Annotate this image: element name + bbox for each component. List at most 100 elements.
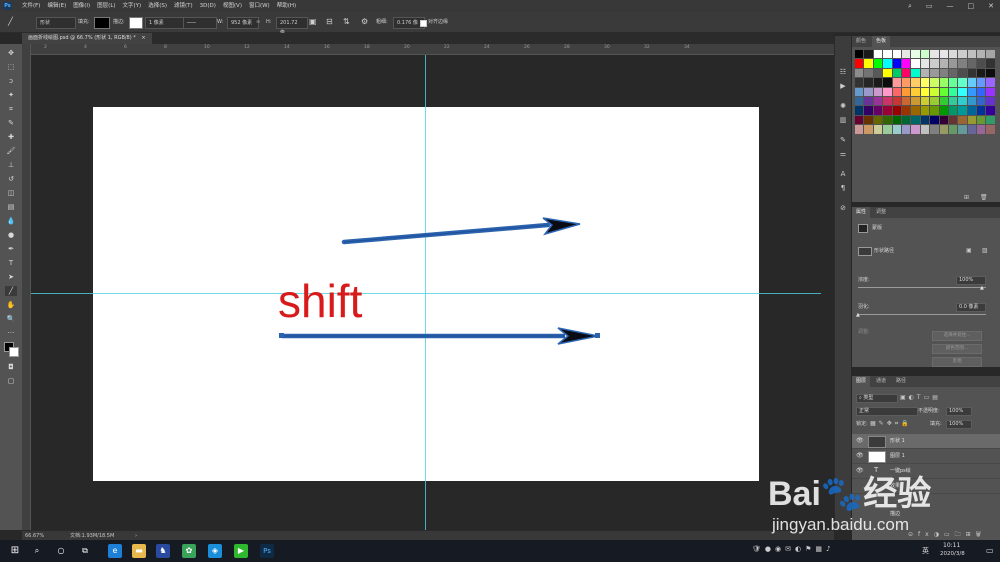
color-swatch[interactable] — [967, 115, 977, 125]
tab-layers[interactable]: 图层 — [852, 376, 871, 387]
properties-icon[interactable]: ⚌ — [838, 150, 848, 159]
color-swatch[interactable] — [977, 125, 986, 134]
file-explorer-icon[interactable]: ▬ — [132, 544, 146, 558]
color-swatch[interactable] — [901, 87, 911, 96]
mask-link-icon[interactable]: ▧ — [982, 247, 988, 254]
color-swatch[interactable] — [977, 50, 986, 59]
color-swatch[interactable] — [892, 50, 901, 59]
app-icon-1[interactable]: ♞ — [156, 544, 170, 558]
color-swatch[interactable] — [892, 59, 901, 68]
color-swatch[interactable] — [986, 106, 995, 115]
cortana-icon[interactable]: ○ — [54, 544, 68, 558]
trash-icon[interactable]: 🗑 — [980, 194, 988, 201]
color-swatch[interactable] — [930, 106, 939, 115]
tab-adjustments[interactable]: 调整 — [872, 207, 890, 218]
input-language[interactable]: 英 — [922, 546, 929, 556]
app-icon-2[interactable]: ✿ — [182, 544, 196, 558]
color-swatch[interactable] — [911, 96, 920, 106]
color-swatch[interactable] — [967, 96, 977, 106]
lock-icons[interactable]: ▦✎✥⌗🔒 — [870, 420, 912, 428]
color-swatch[interactable] — [883, 106, 892, 115]
color-swatch[interactable] — [986, 68, 995, 78]
color-swatch[interactable] — [864, 96, 873, 106]
color-swatch[interactable] — [920, 50, 930, 59]
color-swatch[interactable] — [958, 68, 967, 78]
color-swatch[interactable] — [986, 78, 995, 87]
clock-time[interactable]: 10:11 — [943, 542, 960, 549]
feather-field[interactable]: 0.0 像素 — [956, 303, 986, 312]
color-swatch[interactable] — [873, 106, 883, 115]
invert-button[interactable]: 反相 — [932, 357, 982, 367]
color-swatch[interactable] — [873, 78, 883, 87]
color-swatch[interactable] — [911, 78, 920, 87]
color-swatch[interactable] — [948, 68, 958, 78]
color-swatch[interactable] — [977, 68, 986, 78]
color-swatch[interactable] — [892, 96, 901, 106]
task-view-icon[interactable]: ⧉ — [78, 544, 92, 558]
color-swatch[interactable] — [883, 125, 892, 134]
color-swatch[interactable] — [958, 115, 967, 125]
color-swatch[interactable] — [948, 125, 958, 134]
color-swatch[interactable] — [939, 87, 948, 96]
actions-icon[interactable]: ▶ — [838, 82, 848, 91]
new-swatch-icon[interactable]: ⊞ — [964, 194, 969, 201]
color-swatch[interactable] — [883, 59, 892, 68]
color-swatch[interactable] — [986, 96, 995, 106]
density-slider[interactable] — [858, 287, 986, 288]
layer-filter-icons[interactable]: ▣◐T▭▤ — [900, 394, 941, 401]
color-swatch[interactable] — [911, 87, 920, 96]
color-swatch[interactable] — [855, 96, 864, 106]
color-swatch[interactable] — [977, 96, 986, 106]
color-swatch[interactable] — [883, 96, 892, 106]
color-swatch[interactable] — [864, 87, 873, 96]
color-swatch[interactable] — [883, 78, 892, 87]
adjustments-icon[interactable]: ✺ — [838, 102, 848, 111]
color-swatch[interactable] — [892, 87, 901, 96]
color-swatch[interactable] — [920, 125, 930, 134]
color-swatch[interactable] — [967, 78, 977, 87]
color-swatch[interactable] — [939, 50, 948, 59]
color-swatch[interactable] — [939, 59, 948, 68]
color-swatch[interactable] — [883, 115, 892, 125]
color-swatch[interactable] — [911, 50, 920, 59]
color-swatch[interactable] — [911, 125, 920, 134]
color-swatch[interactable] — [901, 125, 911, 134]
color-swatch[interactable] — [958, 59, 967, 68]
eye-icon[interactable]: 👁 — [856, 437, 864, 444]
color-swatch[interactable] — [939, 115, 948, 125]
feather-slider-handle[interactable]: ▲ — [856, 312, 860, 318]
color-swatch[interactable] — [864, 106, 873, 115]
color-swatch[interactable] — [901, 96, 911, 106]
layer-row-shape-1[interactable]: 👁 形状 1 — [852, 434, 1000, 449]
eye-icon[interactable]: 👁 — [856, 452, 864, 459]
tab-color[interactable]: 颜色 — [852, 36, 870, 47]
color-swatch[interactable] — [864, 68, 873, 78]
tab-swatches[interactable]: 色板 — [872, 36, 891, 47]
edge-browser-icon[interactable]: e — [108, 544, 122, 558]
color-swatch[interactable] — [855, 68, 864, 78]
upper-arrow[interactable] — [341, 217, 581, 245]
color-swatch[interactable] — [977, 59, 986, 68]
color-swatch[interactable] — [986, 59, 995, 68]
color-swatch[interactable] — [864, 50, 873, 59]
layers-footer-icons[interactable]: ⊝fx◑▭🗀⊞🗑 — [908, 530, 986, 540]
opacity-field[interactable]: 100% — [946, 407, 972, 416]
character-icon[interactable]: A — [838, 170, 848, 179]
color-swatch[interactable] — [930, 115, 939, 125]
color-swatch[interactable] — [883, 87, 892, 96]
color-swatch[interactable] — [920, 87, 930, 96]
color-swatch[interactable] — [864, 78, 873, 87]
color-swatch[interactable] — [883, 68, 892, 78]
paragraph-icon[interactable]: ¶ — [838, 184, 848, 193]
color-swatch[interactable] — [920, 115, 930, 125]
lower-arrow[interactable] — [279, 327, 600, 345]
color-swatch[interactable] — [986, 87, 995, 96]
color-swatch[interactable] — [948, 115, 958, 125]
density-slider-handle[interactable]: ▲ — [980, 285, 984, 291]
history-icon[interactable]: ☷ — [838, 68, 848, 77]
libraries-icon[interactable]: ▥ — [838, 116, 848, 125]
clock-date[interactable]: 2020/3/8 — [940, 551, 965, 557]
color-swatch[interactable] — [939, 78, 948, 87]
color-range-button[interactable]: 颜色范围... — [932, 344, 982, 354]
color-swatch[interactable] — [948, 78, 958, 87]
